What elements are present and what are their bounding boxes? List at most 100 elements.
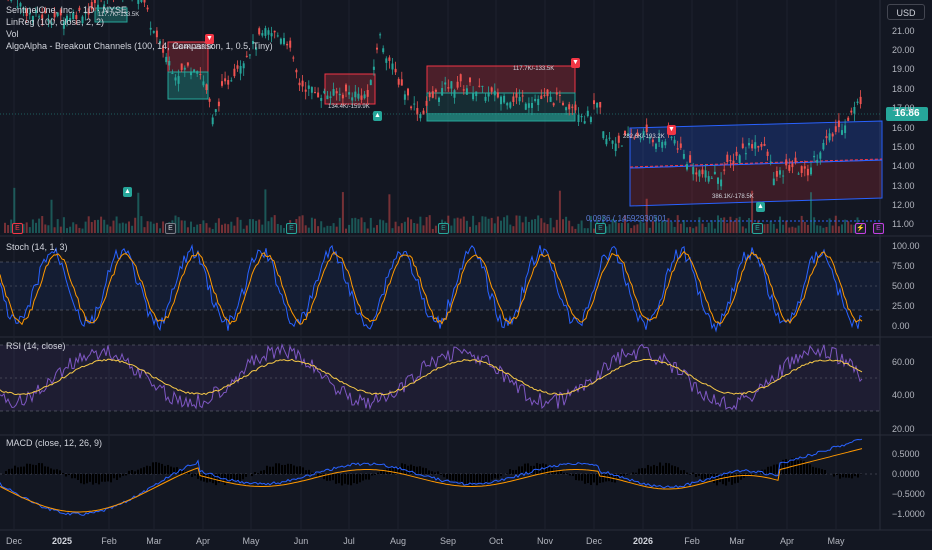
price-tick: 14.00 (892, 161, 915, 171)
volume-bar (487, 218, 490, 233)
symbol-title[interactable]: SentinelOne, Inc. · 1D · NYSE (6, 4, 273, 16)
macd-histogram-bar (188, 472, 190, 474)
macd-histogram-bar (98, 474, 100, 485)
volume-bar (518, 215, 521, 233)
volume-bar (692, 228, 695, 233)
volume-legend[interactable]: Vol (6, 28, 273, 40)
candle-body (338, 93, 341, 96)
candle-body (565, 107, 568, 111)
macd-histogram-bar (11, 468, 13, 474)
candle-body (292, 57, 295, 59)
currency-button[interactable]: USD (887, 4, 925, 20)
candle-body (568, 104, 571, 110)
macd-histogram-bar (797, 460, 799, 474)
macd-histogram-bar (44, 466, 46, 474)
earnings-icon[interactable]: E (438, 223, 449, 234)
volume-bar (633, 225, 636, 233)
macd-histogram-bar (359, 474, 361, 483)
candle-body (841, 130, 843, 135)
candle-body (813, 155, 816, 158)
candle-body (289, 40, 292, 48)
volume-bar (775, 228, 778, 233)
stoch-tick: 25.00 (892, 301, 915, 311)
rsi-label[interactable]: RSI (14, close) (6, 341, 66, 351)
candle-body (524, 103, 527, 110)
chart-canvas[interactable] (0, 0, 932, 550)
macd-histogram-bar (836, 474, 838, 475)
macd-histogram-bar (353, 474, 355, 484)
macd-histogram-bar (482, 474, 484, 485)
volume-bar (93, 220, 96, 233)
macd-histogram-bar (404, 464, 406, 474)
macd-histogram-bar (65, 474, 67, 477)
volume-bar (744, 228, 747, 233)
macd-histogram-bar (140, 468, 142, 474)
volume-bar (741, 226, 744, 233)
volume-bar (196, 224, 199, 233)
candle-body (822, 143, 825, 150)
macd-histogram-bar (365, 474, 367, 480)
earnings-icon[interactable]: E (286, 223, 297, 234)
macd-histogram-bar (5, 471, 7, 474)
macd-histogram-bar (299, 466, 301, 474)
channel-volume-label: 134.4K/-159.9K (328, 104, 370, 110)
candle-body (527, 103, 530, 108)
candle-body (286, 43, 289, 46)
candle-body (376, 47, 378, 50)
candle-body (428, 93, 431, 98)
candle-body (583, 121, 586, 124)
stoch-tick: 0.00 (892, 321, 910, 331)
volume-bar (317, 226, 320, 233)
macd-histogram-bar (569, 474, 571, 476)
candle-body (444, 82, 447, 85)
volume-bar (357, 219, 360, 233)
volume-bar (574, 228, 577, 233)
macd-histogram-bar (149, 466, 151, 474)
candle-body (481, 85, 484, 87)
macd-histogram-bar (464, 474, 466, 485)
candle-body (741, 143, 744, 149)
macd-histogram-bar (605, 474, 607, 482)
macd-histogram-bar (428, 470, 430, 474)
earnings-icon[interactable]: E (165, 223, 176, 234)
candle-body (828, 133, 831, 141)
earnings-icon[interactable]: E (12, 223, 23, 234)
volume-bar (469, 226, 471, 233)
macd-histogram-bar (728, 474, 730, 482)
volume-bar (376, 225, 378, 233)
candle-body (298, 82, 301, 86)
earnings-icon[interactable]: E (752, 223, 763, 234)
macd-histogram-bar (635, 472, 637, 474)
earnings-icon[interactable]: E (595, 223, 606, 234)
volume-bar (382, 220, 385, 233)
candle-body (279, 38, 282, 44)
channel-volume-label: 282.6K/-193.2K (623, 134, 665, 140)
candle-body (183, 67, 186, 70)
candle-body (329, 96, 332, 98)
stoch-label[interactable]: Stoch (14, 1, 3) (6, 242, 68, 252)
candle-body (500, 96, 502, 105)
candle-body (599, 101, 602, 108)
volume-bar (407, 217, 409, 233)
macd-histogram-bar (197, 474, 199, 479)
candle-body (345, 84, 347, 92)
dividend-lightning-icon[interactable]: ⚡ (855, 223, 866, 234)
candle-body (233, 68, 236, 77)
macd-histogram-bar (374, 474, 376, 475)
linreg-legend[interactable]: LinReg (100, close, 2, 2) (6, 16, 273, 28)
volume-bar (252, 219, 254, 233)
earnings-upcoming-icon[interactable]: E (873, 223, 884, 234)
candle-body (391, 63, 394, 70)
volume-bar (258, 219, 261, 233)
macd-histogram-bar (68, 474, 70, 475)
macd-histogram-bar (500, 474, 502, 477)
macd-label[interactable]: MACD (close, 12, 26, 9) (6, 438, 102, 448)
macd-histogram-bar (104, 474, 106, 482)
candle-body (788, 165, 791, 171)
macd-histogram-bar (434, 472, 436, 474)
macd-histogram-bar (308, 469, 310, 474)
candle-body (208, 98, 211, 102)
macd-histogram-bar (512, 470, 514, 474)
algoalpha-legend[interactable]: AlgoAlpha - Breakout Channels (100, 14, … (6, 40, 273, 52)
macd-histogram-bar (362, 474, 364, 481)
